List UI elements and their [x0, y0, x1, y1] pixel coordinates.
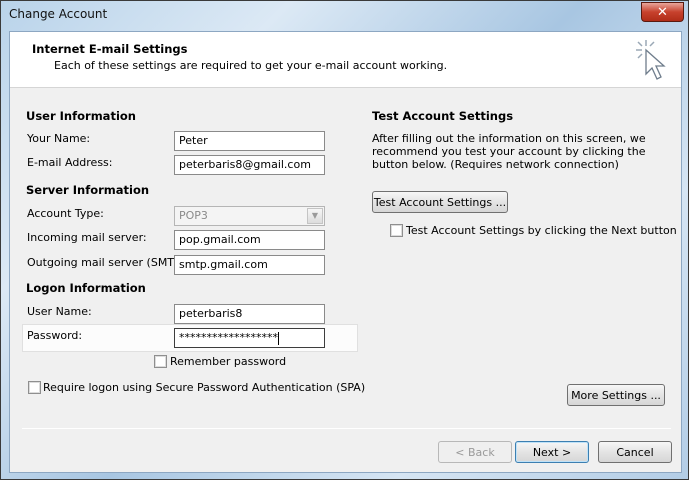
chevron-down-icon: ▼: [307, 208, 323, 224]
incoming-server-field[interactable]: pop.gmail.com: [174, 230, 325, 250]
incoming-server-label: Incoming mail server:: [27, 231, 147, 244]
account-type-value: POP3: [179, 209, 208, 222]
back-button: < Back: [438, 441, 512, 463]
close-button[interactable]: ✕: [641, 2, 684, 22]
remember-password-checkbox[interactable]: [154, 355, 167, 368]
text-caret: [278, 331, 279, 345]
your-name-field[interactable]: Peter: [174, 131, 325, 151]
your-name-label: Your Name:: [27, 132, 91, 145]
email-label: E-mail Address:: [27, 156, 113, 169]
cancel-button[interactable]: Cancel: [598, 441, 672, 463]
dialog-body: Internet E-mail Settings Each of these s…: [9, 31, 682, 473]
mouse-cursor-click-icon: [636, 40, 666, 80]
password-label: Password:: [27, 329, 83, 342]
outgoing-server-field[interactable]: smtp.gmail.com: [174, 255, 325, 275]
window-title: Change Account: [9, 7, 108, 21]
account-type-label: Account Type:: [27, 207, 104, 220]
auto-test-checkbox[interactable]: [390, 224, 403, 237]
password-value: ******************: [179, 331, 278, 344]
account-type-select: POP3 ▼: [174, 206, 325, 226]
footer-separator: [22, 428, 671, 429]
title-bar[interactable]: Change Account ✕: [1, 1, 688, 31]
auto-test-label[interactable]: Test Account Settings by clicking the Ne…: [406, 224, 677, 237]
user-name-field[interactable]: peterbaris8: [174, 304, 325, 324]
next-button[interactable]: Next >: [515, 441, 589, 463]
logon-info-heading: Logon Information: [26, 281, 146, 295]
test-settings-description: After filling out the information on thi…: [372, 132, 646, 171]
spa-label[interactable]: Require logon using Secure Password Auth…: [43, 381, 365, 394]
change-account-window: Change Account ✕ Internet E-mail Setting…: [0, 0, 689, 480]
header-subtitle: Each of these settings are required to g…: [54, 59, 448, 72]
server-info-heading: Server Information: [26, 183, 150, 197]
outgoing-server-label: Outgoing mail server (SMTP):: [27, 256, 189, 269]
test-settings-heading: Test Account Settings: [372, 109, 514, 123]
spa-checkbox[interactable]: [28, 381, 41, 394]
email-field[interactable]: peterbaris8@gmail.com: [174, 155, 325, 175]
more-settings-button[interactable]: More Settings ...: [567, 384, 665, 406]
user-info-heading: User Information: [26, 109, 136, 123]
remember-password-label[interactable]: Remember password: [170, 355, 286, 368]
password-field[interactable]: ******************: [174, 328, 325, 348]
header-panel: Internet E-mail Settings Each of these s…: [10, 32, 681, 88]
test-account-settings-button[interactable]: Test Account Settings ...: [372, 191, 508, 213]
header-title: Internet E-mail Settings: [32, 42, 188, 56]
user-name-label: User Name:: [27, 305, 92, 318]
close-icon: ✕: [657, 4, 668, 20]
